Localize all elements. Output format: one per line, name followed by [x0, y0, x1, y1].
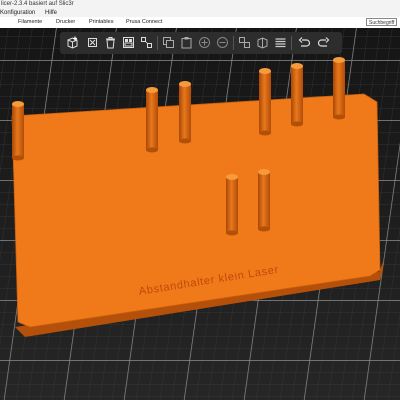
pin-back-3	[259, 68, 271, 136]
pin-center-1	[226, 174, 238, 236]
menu-item-konfiguration[interactable]: Konfiguration	[0, 9, 35, 17]
toolbar-separator	[157, 36, 158, 50]
paste-icon[interactable]	[179, 35, 194, 50]
split-icon[interactable]	[139, 35, 154, 50]
remove-instance-icon[interactable]	[215, 35, 230, 50]
pin-back-4	[291, 63, 303, 127]
3d-viewport[interactable]	[0, 28, 400, 400]
tab-prusa-connect[interactable]: Prusa Connect	[126, 17, 162, 28]
split-parts-icon[interactable]	[255, 35, 270, 50]
delete-icon[interactable]	[85, 35, 100, 50]
menu-bar: Konfiguration Hilfe	[0, 9, 400, 17]
pin-center-2	[258, 169, 270, 232]
scene-canvas	[0, 28, 400, 400]
redo-icon[interactable]	[316, 35, 331, 50]
toolbar-separator	[233, 36, 234, 50]
tab-printables[interactable]: Printables	[89, 17, 113, 28]
window-title: licer-2.3.4 basiert auf Slic3r	[0, 0, 400, 9]
undo-icon[interactable]	[297, 35, 312, 50]
delete-all-icon[interactable]	[103, 35, 118, 50]
add-icon[interactable]	[65, 35, 80, 50]
pin-left-edge	[12, 101, 24, 161]
split-objects-icon[interactable]	[237, 35, 252, 50]
pin-back-2	[179, 81, 191, 144]
tab-filamente[interactable]: Filamente	[18, 17, 42, 28]
copy-icon[interactable]	[161, 35, 176, 50]
menu-item-hilfe[interactable]: Hilfe	[45, 9, 57, 17]
plater-toolbar	[60, 32, 342, 54]
search-input[interactable]: Suchbegriff	[366, 18, 397, 26]
add-instance-icon[interactable]	[197, 35, 212, 50]
toolbar-separator	[291, 36, 292, 50]
pin-back-1	[146, 87, 158, 153]
tab-drucker[interactable]: Drucker	[56, 17, 75, 28]
layer-editing-icon[interactable]	[273, 35, 288, 50]
arrange-icon[interactable]	[121, 35, 136, 50]
pin-back-5	[333, 57, 345, 120]
